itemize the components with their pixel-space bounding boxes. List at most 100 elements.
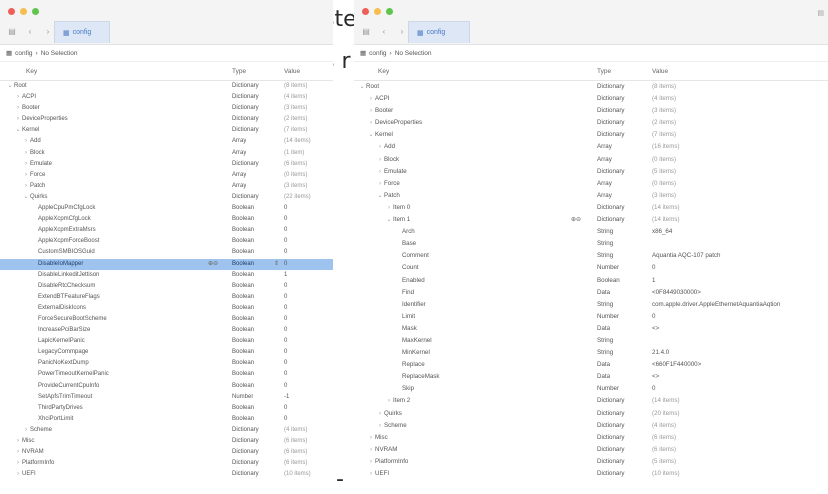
- row-type[interactable]: Data: [597, 287, 610, 299]
- row-type[interactable]: Boolean: [232, 214, 254, 225]
- plist-row[interactable]: › ACPI Dictionary (4 items): [354, 93, 828, 105]
- plist-row[interactable]: ⌄Quirks Dictionary (22 items): [0, 192, 333, 203]
- row-add-remove-buttons[interactable]: ⊕⊖: [571, 214, 581, 226]
- plist-row[interactable]: AppleXcpmCfgLock Boolean 0: [0, 214, 333, 225]
- row-type[interactable]: Dictionary: [597, 129, 625, 141]
- plist-row[interactable]: › UEFI Dictionary (10 items): [354, 468, 828, 480]
- row-value[interactable]: 0: [284, 381, 331, 392]
- plist-row[interactable]: › PlatformInfo Dictionary (5 items): [354, 456, 828, 468]
- chevron-right-icon[interactable]: ›: [376, 178, 384, 190]
- chevron-down-icon[interactable]: ⌄: [385, 214, 393, 226]
- row-type[interactable]: Boolean: [232, 347, 254, 358]
- row-type[interactable]: Boolean: [232, 336, 254, 347]
- chevron-right-icon[interactable]: ›: [22, 181, 30, 192]
- chevron-right-icon[interactable]: ›: [14, 469, 22, 480]
- row-value[interactable]: <>: [652, 323, 826, 335]
- row-type[interactable]: String: [597, 335, 613, 347]
- row-type[interactable]: Boolean: [232, 259, 254, 270]
- chevron-right-icon[interactable]: ›: [14, 458, 22, 469]
- plist-row[interactable]: MinKernel String 21.4.0: [354, 347, 828, 359]
- plist-row[interactable]: › DeviceProperties Dictionary (2 items): [354, 117, 828, 129]
- chevron-down-icon[interactable]: ⌄: [358, 81, 366, 93]
- chevron-down-icon[interactable]: ⌄: [14, 125, 22, 136]
- row-type[interactable]: Boolean: [232, 381, 254, 392]
- chevron-down-icon[interactable]: ⌄: [22, 192, 30, 203]
- row-type[interactable]: Dictionary: [597, 166, 625, 178]
- row-type[interactable]: Number: [232, 392, 253, 403]
- row-type[interactable]: Array: [232, 181, 246, 192]
- row-type[interactable]: Dictionary: [232, 125, 259, 136]
- chevron-down-icon[interactable]: ⌄: [6, 81, 14, 92]
- chevron-right-icon[interactable]: ›: [14, 447, 22, 458]
- chevron-right-icon[interactable]: ›: [385, 395, 393, 407]
- chevron-right-icon[interactable]: ›: [367, 444, 375, 456]
- plist-row[interactable]: DisableLinkeditJettison Boolean 1: [0, 270, 333, 281]
- plist-row[interactable]: DisableRtcChecksum Boolean 0: [0, 281, 333, 292]
- row-value[interactable]: 0: [284, 314, 331, 325]
- plist-row[interactable]: Mask Data <>: [354, 323, 828, 335]
- chevron-right-icon[interactable]: ›: [367, 105, 375, 117]
- row-type[interactable]: Dictionary: [597, 456, 625, 468]
- plist-row[interactable]: Base String: [354, 238, 828, 250]
- plist-row[interactable]: LapicKernelPanic Boolean 0: [0, 336, 333, 347]
- row-type[interactable]: Dictionary: [597, 444, 625, 456]
- plist-row[interactable]: › NVRAM Dictionary (6 items): [0, 447, 333, 458]
- row-value[interactable]: 0: [284, 358, 331, 369]
- plist-row[interactable]: DisableIoMapper ⊕⊖ Boolean ⇕ 0: [0, 258, 333, 270]
- minus-icon[interactable]: ⊖: [576, 217, 581, 223]
- chevron-right-icon[interactable]: ›: [14, 103, 22, 114]
- chevron-down-icon[interactable]: ⌄: [376, 190, 384, 202]
- plist-row[interactable]: › Patch Array (3 items): [0, 181, 333, 192]
- row-type[interactable]: Dictionary: [232, 192, 259, 203]
- plist-row[interactable]: AppleXcpmExtraMsrs Boolean 0: [0, 225, 333, 236]
- row-type[interactable]: String: [597, 250, 613, 262]
- row-value[interactable]: 0: [284, 414, 331, 425]
- row-add-remove-buttons[interactable]: ⊕⊖: [208, 259, 218, 270]
- row-value[interactable]: com.apple.driver.AppleEthernetAquantiaAq…: [652, 299, 826, 311]
- plist-row[interactable]: › Booter Dictionary (3 items): [0, 103, 333, 114]
- row-type[interactable]: Dictionary: [597, 93, 625, 105]
- plist-row[interactable]: ReplaceMask Data <>: [354, 371, 828, 383]
- row-type[interactable]: Data: [597, 323, 610, 335]
- plist-row[interactable]: Find Data <0F8449030000>: [354, 287, 828, 299]
- row-value[interactable]: 0: [284, 325, 331, 336]
- chevron-right-icon[interactable]: ›: [376, 408, 384, 420]
- row-type[interactable]: Dictionary: [597, 117, 625, 129]
- minimize-button[interactable]: [374, 8, 381, 15]
- row-type[interactable]: Dictionary: [232, 436, 259, 447]
- row-value[interactable]: 0: [284, 369, 331, 380]
- row-type[interactable]: Boolean: [232, 325, 254, 336]
- plist-row[interactable]: IncreasePciBarSize Boolean 0: [0, 325, 333, 336]
- plist-row[interactable]: › Block Array (0 items): [354, 154, 828, 166]
- row-type[interactable]: Boolean: [232, 225, 254, 236]
- row-value[interactable]: 0: [284, 225, 331, 236]
- plist-row[interactable]: ⌄Item 1 ⊕⊖ Dictionary (14 items): [354, 214, 828, 226]
- row-value[interactable]: 1: [284, 270, 331, 281]
- chevron-down-icon[interactable]: ⌄: [367, 129, 375, 141]
- left-tab-config[interactable]: ▦ config: [54, 21, 110, 43]
- row-type[interactable]: Dictionary: [597, 420, 625, 432]
- row-value[interactable]: 0: [284, 292, 331, 303]
- row-type[interactable]: Dictionary: [597, 432, 625, 444]
- chevron-right-icon[interactable]: ›: [385, 202, 393, 214]
- chevron-left-icon[interactable]: ‹: [24, 25, 36, 37]
- chevron-right-icon[interactable]: ›: [367, 117, 375, 129]
- right-col-type[interactable]: Type: [597, 68, 611, 75]
- row-type[interactable]: Boolean: [232, 270, 254, 281]
- chevron-right-icon[interactable]: ›: [376, 166, 384, 178]
- plist-row[interactable]: › Block Array (1 item): [0, 148, 333, 159]
- row-value[interactable]: 0: [284, 259, 331, 270]
- row-type[interactable]: Dictionary: [597, 105, 625, 117]
- plist-row[interactable]: AppleCpuPmCfgLock Boolean 0: [0, 203, 333, 214]
- row-type[interactable]: Boolean: [232, 203, 254, 214]
- row-type[interactable]: Array: [597, 178, 612, 190]
- row-type[interactable]: Boolean: [232, 403, 254, 414]
- plist-row[interactable]: Enabled Boolean 1: [354, 275, 828, 287]
- row-type[interactable]: Data: [597, 359, 610, 371]
- plist-row[interactable]: ⌄Kernel Dictionary (7 items): [0, 125, 333, 136]
- row-type[interactable]: Boolean: [232, 414, 254, 425]
- row-type[interactable]: Array: [232, 148, 246, 159]
- chevron-right-icon[interactable]: ›: [22, 159, 30, 170]
- chevron-right-icon[interactable]: ›: [22, 136, 30, 147]
- chevron-right-icon[interactable]: ›: [367, 456, 375, 468]
